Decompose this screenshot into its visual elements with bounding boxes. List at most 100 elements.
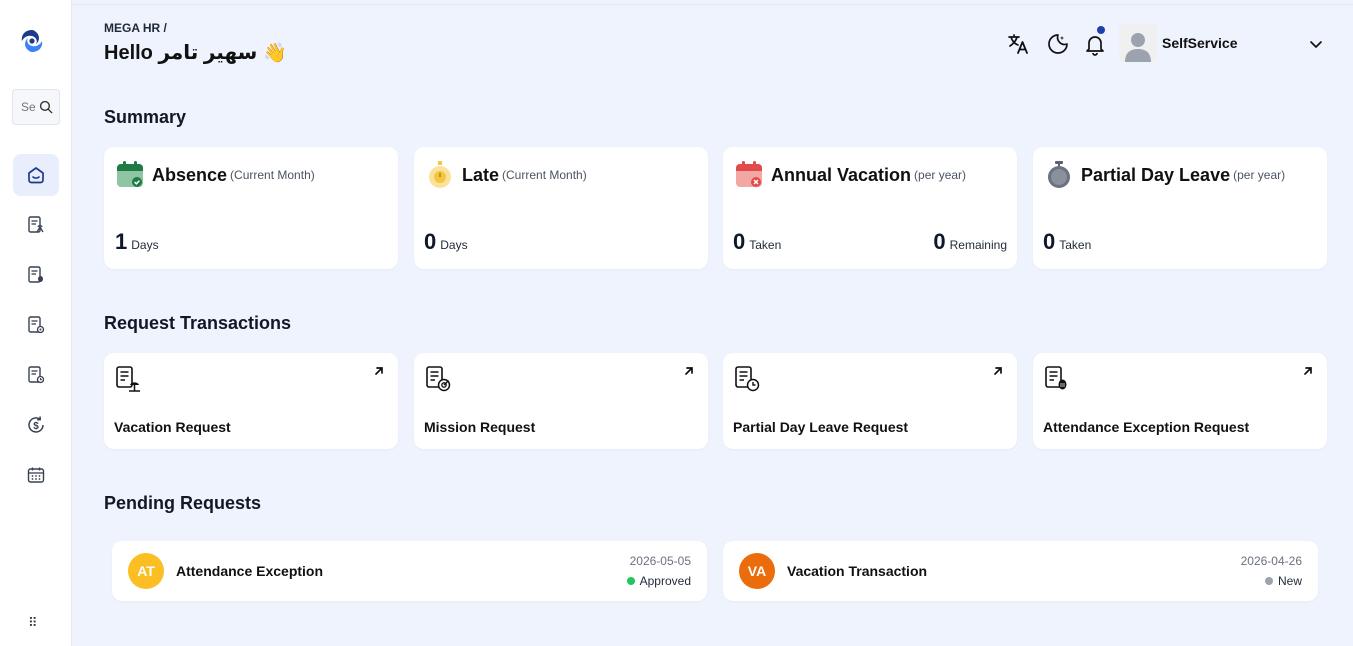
status-text: Approved bbox=[639, 574, 691, 588]
mission-doc-icon bbox=[426, 366, 451, 392]
doc-clock-icon bbox=[28, 366, 45, 384]
summary-title: Summary bbox=[104, 107, 187, 127]
sidebar-item-payroll[interactable]: $ bbox=[13, 404, 59, 446]
pending-date: 2026-05-05 bbox=[629, 554, 691, 568]
summary-card-absence[interactable]: Absence (Current Month) 1 Days bbox=[104, 147, 398, 269]
summary-card-partial-day-leave[interactable]: Partial Day Leave (per year) 0 Taken bbox=[1033, 147, 1327, 269]
theme-toggle-button[interactable] bbox=[1045, 31, 1071, 57]
vacation-request-card[interactable]: Vacation Request bbox=[104, 353, 398, 449]
sidebar-item-documents[interactable] bbox=[13, 304, 59, 346]
summary-card-subtitle: (Current Month) bbox=[230, 168, 315, 182]
summary-value: 0 Taken bbox=[1043, 229, 1091, 255]
summary-card-subtitle: (Current Month) bbox=[502, 168, 587, 182]
sidebar-search-input[interactable] bbox=[13, 100, 35, 114]
svg-text:$: $ bbox=[33, 421, 39, 432]
summary-unit: Taken bbox=[1059, 238, 1092, 252]
request-label: Mission Request bbox=[424, 419, 536, 435]
sidebar-search[interactable] bbox=[12, 89, 60, 125]
search-icon[interactable] bbox=[39, 100, 53, 114]
summary-number: 1 bbox=[115, 229, 128, 254]
dollar-refresh-icon: $ bbox=[28, 416, 44, 433]
sidebar-item-calendar[interactable] bbox=[13, 454, 59, 496]
sidebar: $ ⠿ bbox=[0, 0, 72, 646]
summary-value-remaining: 0 Remaining bbox=[933, 229, 1007, 255]
summary-card-subtitle: (per year) bbox=[914, 168, 967, 182]
pending-title: Attendance Exception bbox=[176, 563, 324, 579]
request-transactions-title: Request Transactions bbox=[104, 313, 292, 333]
summary-number: 0 bbox=[933, 229, 946, 254]
pending-item[interactable]: VA Vacation Transaction 2026-04-26 New bbox=[723, 541, 1318, 601]
summary-unit: Days bbox=[440, 238, 468, 252]
status-badge: New bbox=[1264, 574, 1302, 588]
translate-icon bbox=[1008, 34, 1028, 54]
summary-card-title: Absence bbox=[152, 164, 228, 185]
timer-icon bbox=[1048, 161, 1070, 188]
chevron-down-icon bbox=[1310, 41, 1322, 48]
grip-handle-icon[interactable]: ⠿ bbox=[28, 615, 37, 631]
partial-leave-doc-icon bbox=[735, 366, 760, 392]
vacation-doc-icon bbox=[116, 366, 140, 392]
sidebar-item-mission[interactable] bbox=[13, 254, 59, 296]
status-badge: Approved bbox=[626, 574, 691, 588]
pending-avatar: VA bbox=[739, 553, 775, 589]
mission-doc-icon bbox=[28, 266, 43, 283]
pending-date: 2026-04-26 bbox=[1240, 554, 1302, 568]
summary-value: 0 Days bbox=[424, 229, 468, 255]
pending-title: Vacation Transaction bbox=[787, 563, 928, 579]
summary-value: 1 Days bbox=[115, 229, 159, 255]
user-menu-toggle[interactable] bbox=[1308, 36, 1324, 57]
arrow-up-right-icon[interactable] bbox=[373, 365, 385, 377]
summary-number: 0 bbox=[1043, 229, 1056, 254]
sidebar-item-home[interactable] bbox=[13, 154, 59, 196]
translate-button[interactable] bbox=[1005, 31, 1031, 57]
status-dot bbox=[1264, 577, 1273, 585]
calendar-icon bbox=[27, 467, 45, 483]
arrow-up-right-icon[interactable] bbox=[992, 365, 1004, 377]
arrow-up-right-icon[interactable] bbox=[683, 365, 695, 377]
summary-unit: Days bbox=[131, 238, 159, 252]
summary-number: 0 bbox=[733, 229, 746, 254]
notification-badge bbox=[1097, 26, 1105, 34]
pending-requests-title: Pending Requests bbox=[104, 493, 262, 513]
request-label: Attendance Exception Request bbox=[1043, 419, 1250, 435]
pending-item[interactable]: AT Attendance Exception 2026-05-05 Appro… bbox=[112, 541, 707, 601]
greeting: Hello سهير تامر 👋 bbox=[104, 40, 287, 65]
summary-card-annual-vacation[interactable]: Annual Vacation (per year) 0 Taken 0 Rem… bbox=[723, 147, 1017, 269]
summary-card-title: Partial Day Leave bbox=[1081, 164, 1231, 185]
request-label: Vacation Request bbox=[114, 419, 231, 435]
bell-icon bbox=[1086, 36, 1104, 56]
attendance-exception-request-card[interactable]: Attendance Exception Request bbox=[1033, 353, 1327, 449]
breadcrumb[interactable]: MEGA HR / bbox=[104, 21, 167, 35]
summary-card-title: Annual Vacation bbox=[771, 164, 912, 185]
summary-unit: Taken bbox=[749, 238, 782, 252]
attendance-doc-icon bbox=[1045, 366, 1067, 390]
arrow-up-right-icon[interactable] bbox=[1302, 365, 1314, 377]
greeting-text: Hello سهير تامر bbox=[104, 42, 258, 64]
app-logo[interactable] bbox=[18, 27, 46, 55]
mission-request-card[interactable]: Mission Request bbox=[414, 353, 708, 449]
summary-card-late[interactable]: Late (Current Month) 0 Days bbox=[414, 147, 708, 269]
summary-number: 0 bbox=[424, 229, 437, 254]
summary-unit: Remaining bbox=[949, 238, 1007, 252]
status-dot bbox=[626, 577, 635, 585]
summary-card-title: Late bbox=[462, 164, 500, 185]
sidebar-item-time[interactable] bbox=[13, 354, 59, 396]
home-icon bbox=[28, 167, 44, 184]
vacation-doc-icon bbox=[28, 216, 44, 233]
partial-day-leave-request-card[interactable]: Partial Day Leave Request bbox=[723, 353, 1017, 449]
stopwatch-icon bbox=[429, 161, 451, 188]
summary-card-subtitle: (per year) bbox=[1233, 168, 1286, 182]
doc-gear-icon bbox=[28, 316, 45, 334]
pending-avatar: AT bbox=[128, 553, 164, 589]
notifications-button[interactable] bbox=[1082, 31, 1108, 57]
user-avatar[interactable] bbox=[1119, 24, 1157, 62]
summary-value-taken: 0 Taken bbox=[733, 229, 781, 255]
calendar-check-icon bbox=[117, 161, 143, 187]
wave-icon: 👋 bbox=[263, 42, 288, 64]
sidebar-item-vacation[interactable] bbox=[13, 204, 59, 246]
dark-mode-icon bbox=[1048, 34, 1068, 54]
request-label: Partial Day Leave Request bbox=[733, 419, 909, 435]
user-name[interactable]: SelfService bbox=[1162, 35, 1238, 51]
top-divider bbox=[72, 4, 1353, 5]
calendar-x-icon bbox=[736, 161, 762, 187]
